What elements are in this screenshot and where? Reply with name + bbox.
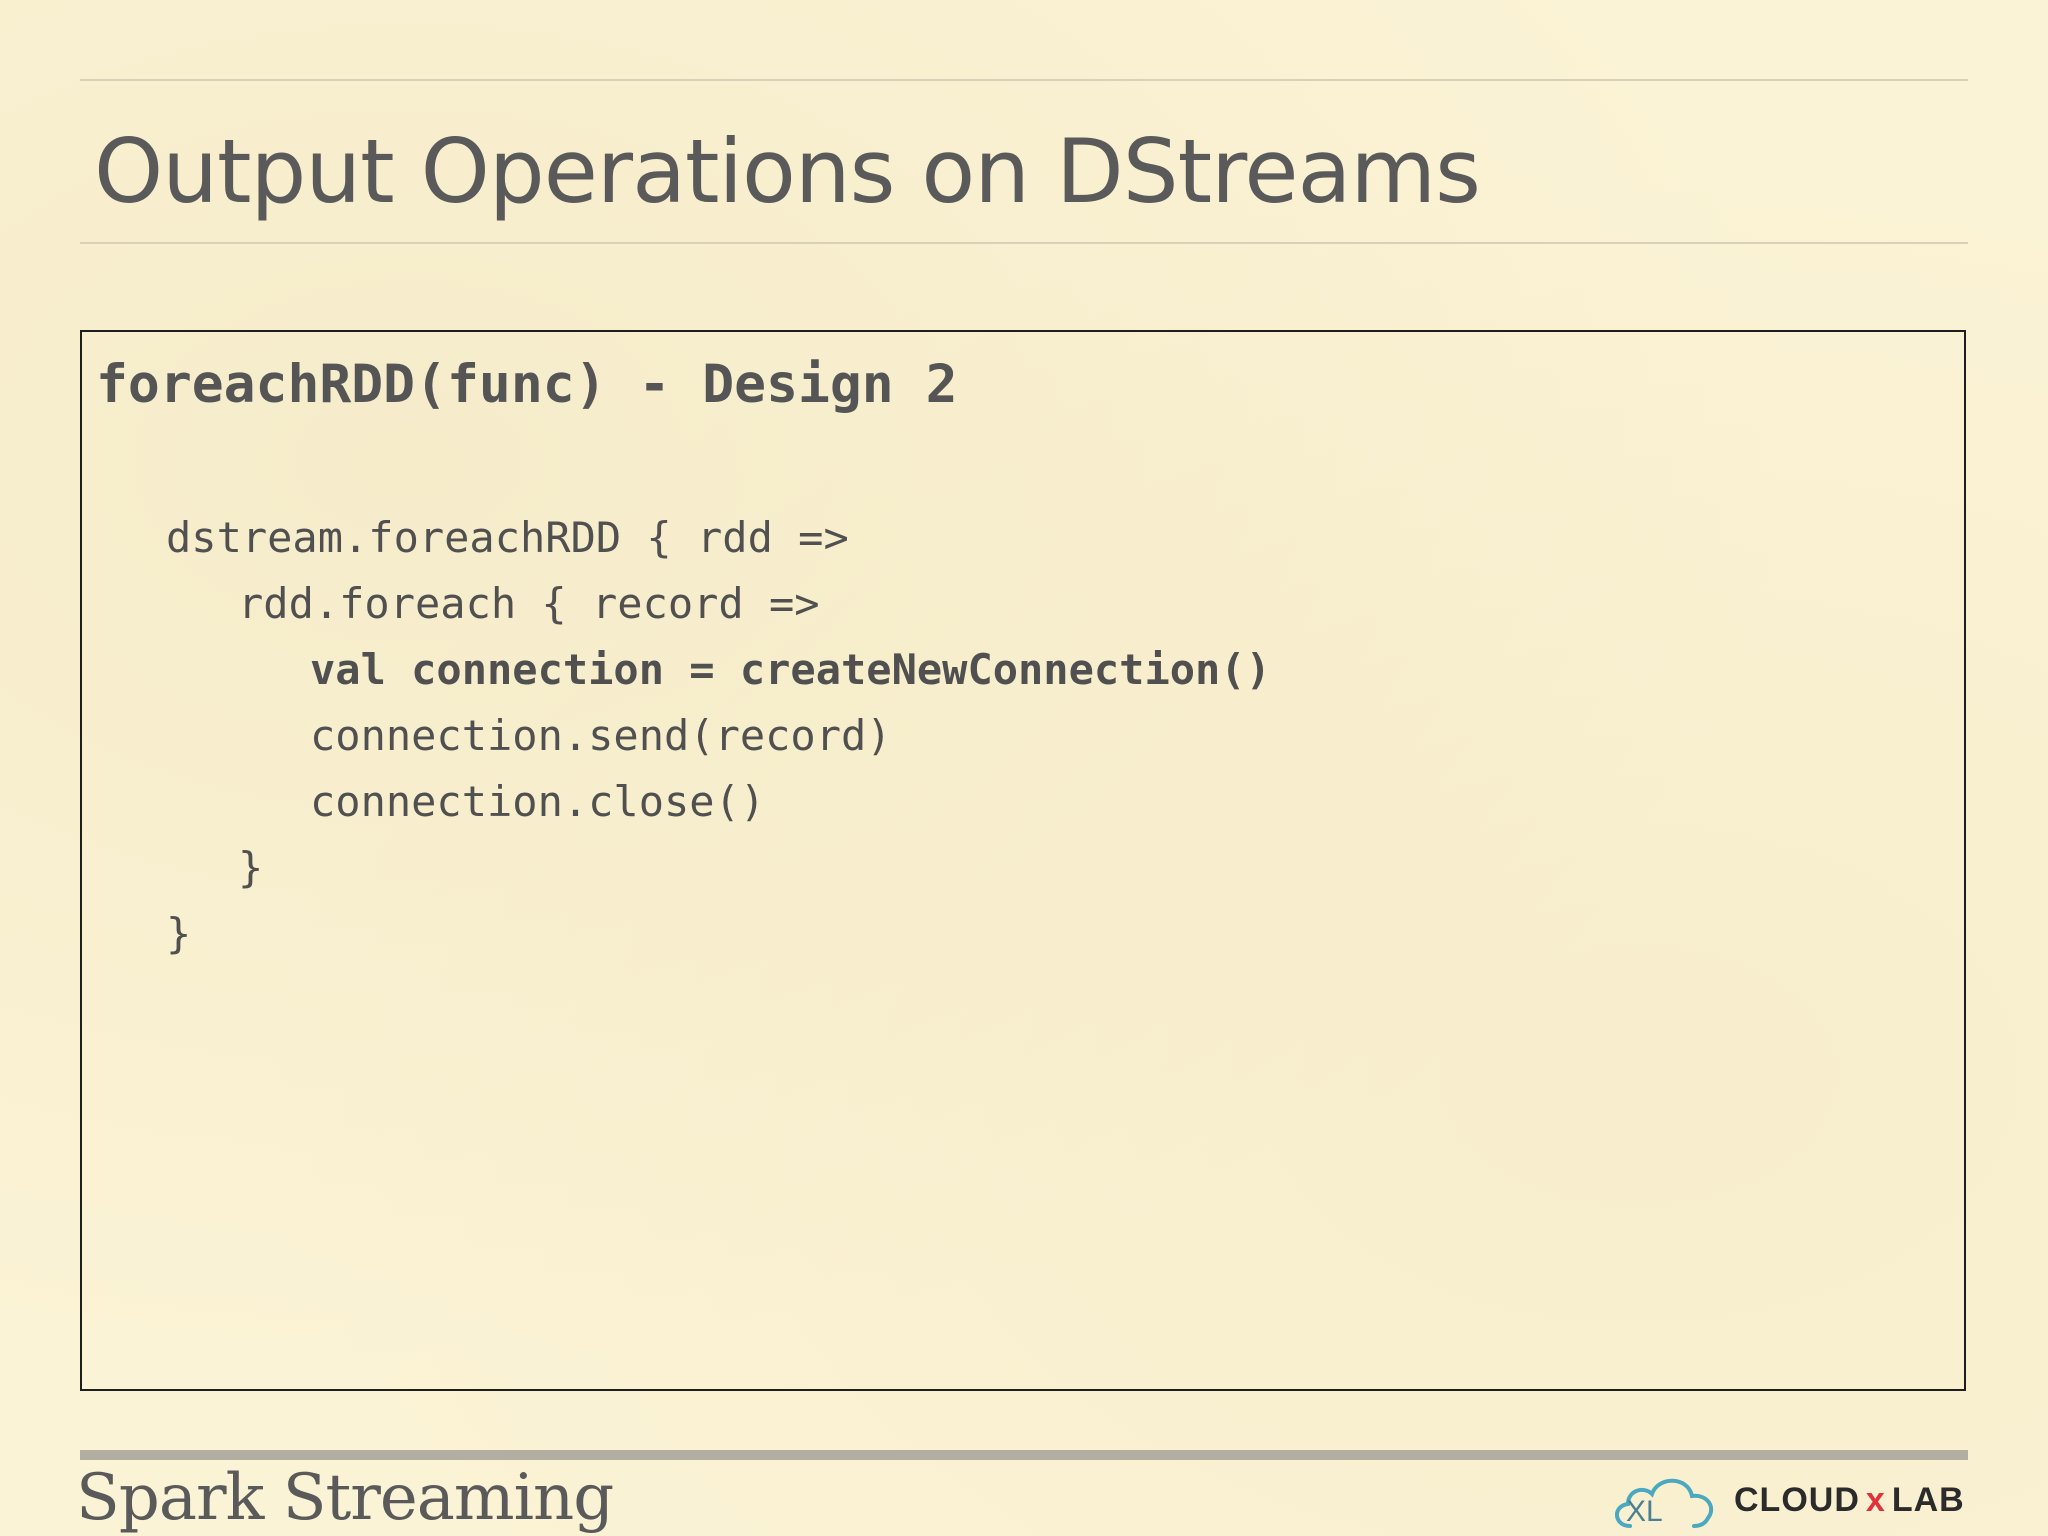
code-box-heading: foreachRDD(func) - Design 2 [96,354,958,415]
footer-bar [80,1450,1968,1460]
code-line: } [166,909,192,958]
logo-wordmark: CLOUD x LAB [1734,1480,1965,1520]
code-line: connection.close() [310,777,766,826]
code-line: connection.send(record) [310,711,892,760]
code-line-highlight: val connection = createNewConnection() [310,645,1271,694]
logo-text-lab: LAB [1891,1481,1965,1519]
logo-text-x: x [1865,1481,1886,1519]
code-line: rdd.foreach { record => [238,579,820,628]
cloudxlab-logo: XL CLOUD x LAB [1608,1464,1968,1536]
title-divider [80,242,1968,244]
code-line: dstream.foreachRDD { rdd => [166,513,849,562]
footer-title: Spark Streaming [76,1461,614,1535]
code-box: foreachRDD(func) - Design 2 dstream.fore… [80,330,1966,1391]
logo-text-cloud: CLOUD [1734,1481,1860,1519]
code-line: } [238,843,264,892]
top-divider [80,79,1968,81]
logo-mark: XL [1626,1495,1663,1528]
slide-title: Output Operations on DStreams [94,120,1481,223]
